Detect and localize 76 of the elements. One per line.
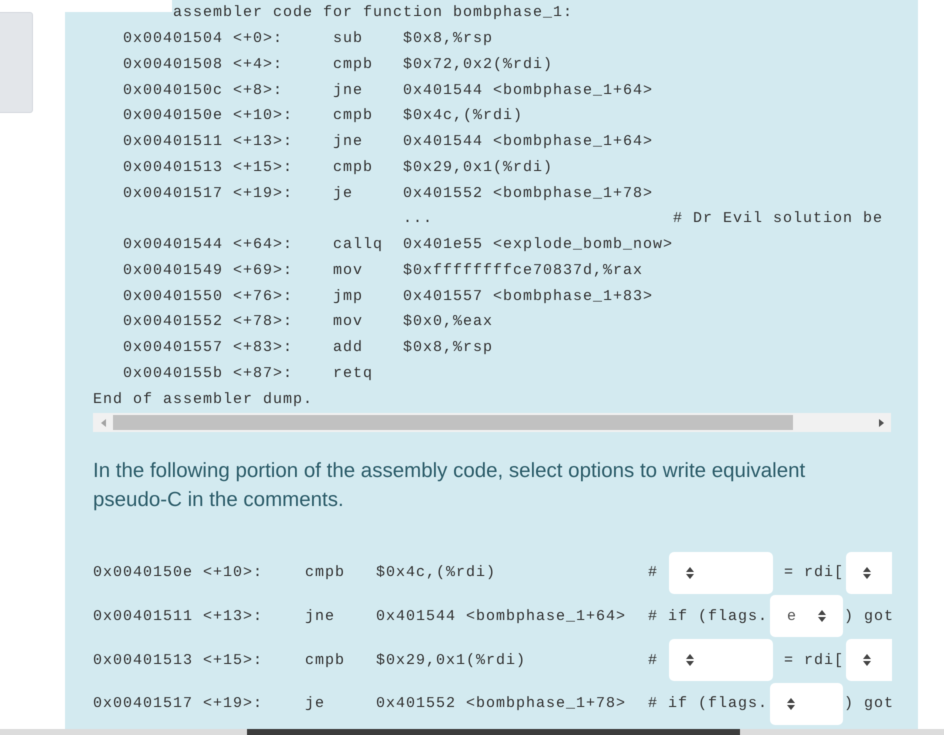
code-operands: $0x4c,(%rdi)	[376, 564, 496, 582]
up-down-caret-icon	[863, 654, 872, 666]
code-operands: $0x8,%rsp	[403, 339, 494, 356]
comment-text: # if (flags.	[648, 608, 768, 625]
code-mnemonic: jne	[333, 133, 364, 150]
comment-text: #	[648, 652, 658, 669]
code-operands: 0x401e55 <explode_bomb_now>	[403, 236, 674, 254]
up-down-caret-icon	[863, 566, 872, 579]
code-mnemonic: cmpb	[333, 158, 374, 176]
code-operands: $0x72,0x2(%rdi)	[403, 56, 554, 73]
code-address: 0x00401504 <+0>:	[123, 30, 284, 48]
code-address: 0x00401557 <+83>:	[123, 339, 294, 356]
code-mnemonic: add	[333, 339, 364, 356]
code-mnemonic: cmpb	[333, 56, 374, 73]
code-mnemonic: mov	[333, 262, 364, 279]
up-down-caret-icon	[686, 654, 694, 666]
code-address: 0x00401517 <+19>:	[93, 695, 264, 712]
code-mnemonic: jne	[333, 82, 364, 99]
code-operands: 0x401552 <bombphase_1+78>	[376, 695, 626, 712]
instruction-text: In the following portion of the assembly code, select options to write equivalent pseudo-C in the comments.	[93, 458, 806, 513]
code-address: 0x00401544 <+64>:	[123, 236, 294, 254]
code-comment: # Dr Evil solution be	[673, 210, 884, 228]
dropdown[interactable]	[846, 552, 892, 594]
code-address: 0x0040150e <+10>:	[123, 107, 294, 124]
code-mnemonic: cmpb	[305, 564, 346, 582]
code-operands: 0x401557 <bombphase_1+83>	[403, 288, 654, 305]
code-operands: $0x29,0x1(%rdi)	[376, 652, 526, 669]
comment-text: ) got	[844, 695, 894, 712]
code-operands: $0x0,%eax	[403, 313, 494, 330]
code-address: 0x00401508 <+4>:	[123, 56, 284, 73]
code-address: 0x0040150e <+10>:	[93, 564, 264, 582]
code-mnemonic: sub	[333, 30, 364, 48]
code-mnemonic: je	[333, 184, 354, 202]
up-down-caret-icon	[787, 698, 796, 710]
dropdown[interactable]	[846, 639, 892, 682]
code-operands: $0x4c,(%rdi)	[403, 107, 524, 124]
code-address: 0x00401513 <+15>:	[123, 158, 294, 176]
code-address: 0x00401513 <+15>:	[93, 652, 264, 669]
code-mnemonic: retq	[333, 364, 374, 382]
code-mnemonic: je	[305, 695, 326, 712]
code-address: 0x0040155b <+87>:	[123, 364, 294, 382]
code-operands: 0x401544 <bombphase_1+64>	[376, 608, 626, 625]
dropdown[interactable]: e	[770, 595, 844, 638]
code-mnemonic: cmpb	[305, 652, 346, 669]
up-down-caret-icon	[818, 610, 826, 622]
code-line: End of assembler dump.	[93, 390, 314, 408]
comment-text: ) got	[844, 608, 894, 625]
code-line: assembler code for function bombphase_1:	[173, 4, 574, 22]
code-mnemonic: jmp	[333, 288, 364, 305]
code-address: 0x00401517 <+19>:	[123, 184, 294, 202]
scroll-left-icon[interactable]	[100, 418, 106, 426]
code-mnemonic: jne	[305, 608, 336, 625]
comment-text: #	[648, 564, 658, 582]
code-operands: $0x8,%rsp	[403, 30, 494, 48]
code-address: 0x00401511 <+13>:	[93, 608, 264, 625]
code-operands: 0x401544 <bombphase_1+64>	[403, 133, 654, 150]
code-operands: $0x29,0x1(%rdi)	[403, 158, 554, 176]
code-mnemonic: cmpb	[333, 107, 374, 124]
code-ellipsis: ...	[403, 210, 434, 228]
code-operands: $0xffffffffce70837d,%rax	[403, 262, 644, 279]
comment-text: = rdi[	[784, 564, 844, 582]
code-operands: 0x401552 <bombphase_1+78>	[403, 184, 654, 202]
up-down-caret-icon	[686, 566, 694, 579]
code-address: 0x00401550 <+76>:	[123, 288, 294, 305]
page-scrollbar-thumb[interactable]	[247, 729, 740, 735]
code-mnemonic: mov	[333, 313, 364, 330]
code-address: 0x00401549 <+69>:	[123, 262, 294, 279]
scroll-right-icon[interactable]	[878, 418, 884, 426]
scrollbar-thumb[interactable]	[113, 415, 793, 430]
code-address: 0x0040150c <+8>:	[123, 82, 284, 99]
comment-text: # if (flags.	[648, 695, 768, 712]
code-address: 0x00401552 <+78>:	[123, 313, 294, 330]
comment-text: = rdi[	[784, 652, 844, 669]
code-mnemonic: callq	[333, 236, 384, 254]
code-address: 0x00401511 <+13>:	[123, 133, 294, 150]
code-operands: 0x401544 <bombphase_1+64>	[403, 82, 654, 99]
